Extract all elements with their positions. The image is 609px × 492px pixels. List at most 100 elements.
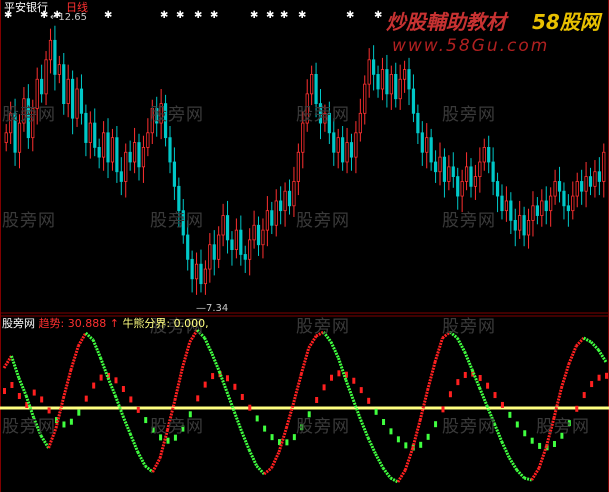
candle-body: [292, 181, 296, 207]
watermark: 股旁网: [2, 417, 56, 437]
candle-body: [531, 205, 535, 221]
candle-body: [482, 146, 486, 163]
watermark: 股旁网: [442, 105, 496, 125]
candle-body: [296, 151, 300, 182]
signal-dot: [396, 436, 400, 443]
signal-dot: [597, 374, 601, 381]
watermark: 股旁网: [442, 417, 496, 437]
watermark: 股旁网: [536, 417, 590, 437]
candle-body: [53, 39, 57, 75]
candle-body: [119, 171, 123, 182]
candle-body: [146, 132, 150, 148]
signal-dot: [129, 396, 133, 403]
candle-body: [389, 74, 393, 95]
candle-body: [66, 78, 70, 105]
candle-body: [75, 88, 79, 119]
candle-body: [217, 234, 221, 260]
trend-value: 30.888: [67, 317, 107, 330]
candle-body: [349, 142, 354, 158]
candle-body: [420, 132, 424, 153]
candle-body: [115, 137, 119, 173]
signal-dot: [508, 411, 512, 418]
signal-dot: [270, 434, 274, 441]
signal-dot: [448, 391, 452, 398]
candle-body: [186, 234, 190, 260]
candle-body: [584, 176, 588, 192]
candle-body: [562, 190, 566, 207]
candle-body: [230, 239, 234, 251]
candle-body: [190, 258, 194, 280]
candle-body: [283, 190, 287, 212]
candle-body: [239, 229, 243, 255]
watermark: 股旁网: [150, 211, 204, 231]
candle-body: [416, 112, 420, 134]
watermark: 股旁网: [150, 105, 204, 125]
signal-star-icon: ✱: [374, 10, 382, 21]
high-price-marker: ←12.65: [50, 12, 88, 23]
candle-body: [491, 161, 495, 182]
candle-body: [128, 151, 132, 163]
divider-value: 0.000,: [173, 317, 209, 330]
signal-dot: [434, 421, 438, 428]
symbol-name: 平安银行: [4, 1, 48, 14]
signal-dot: [315, 397, 319, 403]
brand-title: 炒股輔助教材: [386, 10, 506, 34]
signal-dot: [330, 374, 334, 381]
candle-body: [487, 146, 491, 163]
candle-body: [221, 215, 225, 236]
signal-dot: [463, 371, 467, 378]
candle-body: [132, 142, 137, 163]
candle-body: [451, 166, 455, 178]
candle-body: [234, 229, 238, 250]
candle-body: [71, 78, 75, 119]
candle-body: [88, 122, 92, 143]
candle-body: [40, 78, 44, 95]
candle-body: [124, 151, 128, 182]
candle-body: [429, 137, 433, 163]
candle-body: [438, 156, 442, 173]
signal-dot: [203, 381, 207, 388]
candle-body: [265, 210, 269, 231]
candle-body: [500, 195, 504, 212]
candle-body: [243, 254, 247, 260]
signal-dot: [240, 393, 244, 400]
candle-body: [376, 74, 380, 90]
candle-body: [261, 229, 265, 246]
candle-body: [354, 132, 358, 158]
candle-body: [402, 69, 407, 80]
candle-body: [495, 181, 500, 197]
candle-body: [48, 39, 53, 61]
signal-dot: [374, 408, 378, 415]
candle-body: [225, 215, 230, 241]
watermark: 股旁网: [296, 211, 350, 231]
watermark: 股旁网: [150, 417, 204, 437]
candle-body: [301, 122, 305, 153]
signal-dot: [352, 377, 356, 384]
signal-dot: [196, 395, 200, 402]
candle-body: [4, 132, 8, 143]
candle-body: [518, 215, 522, 231]
signal-dot: [92, 382, 96, 389]
watermark: 股旁网: [296, 417, 350, 437]
candle-body: [358, 112, 362, 134]
candle-body: [97, 146, 101, 158]
signal-dot: [248, 404, 252, 411]
signal-dot: [486, 382, 490, 389]
signal-dot: [426, 433, 430, 440]
candle-body: [212, 244, 216, 260]
low-price-marker: —7.34: [196, 303, 229, 314]
candle-body: [137, 142, 141, 168]
candle-body: [363, 83, 367, 114]
signal-dot: [225, 375, 229, 382]
brand-url: www.58Gu.com: [392, 36, 550, 56]
signal-dot: [337, 370, 341, 377]
candle-body: [270, 210, 274, 226]
candle-body: [469, 166, 473, 187]
candle-body: [566, 205, 570, 212]
signal-dot: [382, 419, 386, 425]
signal-dot: [582, 392, 586, 399]
trend-label: 趋势:: [38, 317, 65, 330]
signal-dot: [121, 386, 125, 392]
indicator-legend: 股旁网 趋势: 30.888 ↑ 牛熊分界: 0.000,: [2, 318, 209, 330]
watermark: 股旁网: [442, 317, 496, 337]
